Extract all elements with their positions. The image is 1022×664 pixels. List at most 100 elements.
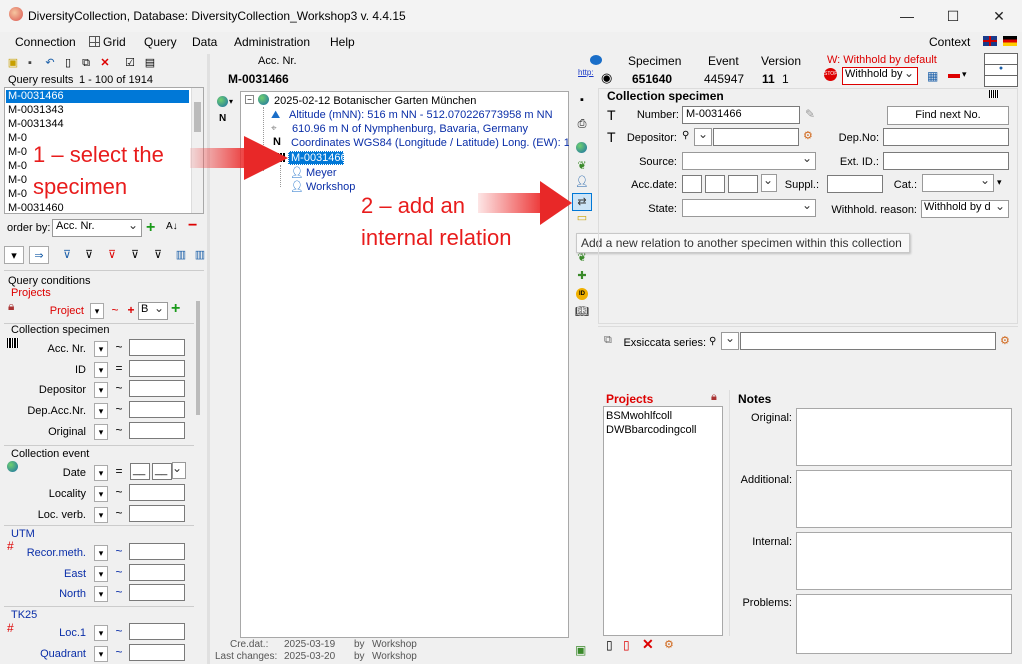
project-select[interactable]: B <box>138 301 168 320</box>
acc-nr-condition-menu[interactable]: ▾ <box>94 341 108 357</box>
uk-flag-icon[interactable] <box>983 36 997 46</box>
depositor-operator[interactable]: ~ <box>112 381 126 395</box>
id-condition-menu[interactable]: ▾ <box>94 362 108 378</box>
list-item[interactable]: M-0031344 <box>8 117 64 131</box>
delete-icon[interactable]: ✕ <box>95 54 115 72</box>
quadrant-condition-menu[interactable]: ▾ <box>94 646 108 662</box>
copy-icon[interactable]: ⧉ <box>76 54 96 72</box>
add-project-icon[interactable]: + <box>171 300 180 318</box>
grid-view-icon[interactable]: ▤ <box>140 54 160 72</box>
dep-acc-nr-operator[interactable]: ~ <box>112 402 126 416</box>
project-plus-operator[interactable]: + <box>124 303 138 317</box>
menu-context[interactable]: Context <box>929 35 970 49</box>
suppl-input[interactable] <box>827 175 883 193</box>
conditions-scrollbar[interactable] <box>196 301 200 415</box>
add-analysis-icon[interactable]: ✚ <box>572 267 592 285</box>
loc1-condition-menu[interactable]: ▾ <box>94 625 108 641</box>
query-menu-button[interactable]: ▾ <box>4 246 24 264</box>
list-item[interactable]: DWBbarcodingcoll <box>606 423 696 437</box>
start-query-button[interactable]: ⇒ <box>29 246 49 264</box>
view-switcher[interactable]: ● <box>984 53 1018 87</box>
filter-options-icon[interactable]: ⊽ <box>148 246 168 264</box>
filter-icon[interactable]: ⊽ <box>57 246 77 264</box>
original-notes-input[interactable] <box>796 408 1012 466</box>
menu-help[interactable]: Help <box>330 35 355 49</box>
tree-specimen-node[interactable]: M-0031466 <box>291 152 347 164</box>
depositor-condition-input[interactable] <box>129 380 185 397</box>
print-icon[interactable]: ⎙ <box>572 115 592 133</box>
tree-collapse-toggle[interactable]: − <box>245 95 254 104</box>
depositor-menu[interactable] <box>694 127 712 146</box>
tree-collector-node[interactable]: Meyer <box>306 167 337 179</box>
quadrant-condition-input[interactable] <box>129 644 185 661</box>
date-condition-menu[interactable]: ▾ <box>94 465 108 481</box>
acc-nr-operator[interactable]: ~ <box>112 340 126 354</box>
project-field-menu[interactable]: ▾ <box>90 303 104 319</box>
new-project-red-icon[interactable]: ▯ <box>623 638 630 652</box>
date-operator[interactable]: = <box>112 464 126 478</box>
add-image-icon[interactable]: ▣ <box>575 643 586 657</box>
exsiccata-menu[interactable] <box>721 331 739 350</box>
filter-list-icon[interactable]: ⊽ <box>79 246 99 264</box>
east-condition-menu[interactable]: ▾ <box>94 566 108 582</box>
new-document-icon[interactable]: ▯ <box>58 54 78 72</box>
add-order-icon[interactable]: + <box>146 219 155 237</box>
list-item[interactable]: M-0031460 <box>8 201 64 215</box>
http-link[interactable]: http: <box>578 68 594 77</box>
date-month-input[interactable]: __ <box>152 463 172 480</box>
menu-connection[interactable]: Connection <box>15 35 76 49</box>
internal-notes-input[interactable] <box>796 532 1012 590</box>
exsiccata-link-icon[interactable]: ⚙ <box>1000 334 1010 347</box>
acc-date-day-input[interactable] <box>682 175 702 193</box>
loc1-operator[interactable]: ~ <box>112 624 126 638</box>
close-button[interactable]: ✕ <box>976 0 1022 32</box>
acc-date-picker[interactable] <box>761 173 777 192</box>
list-item[interactable]: M-0031466 <box>8 89 64 103</box>
loc-verb-operator[interactable]: ~ <box>112 506 126 520</box>
acc-date-year-input[interactable] <box>728 175 758 193</box>
tree-workshop-node[interactable]: Workshop <box>306 181 355 193</box>
new-project-icon[interactable]: ▯ <box>606 638 613 652</box>
dep-no-input[interactable] <box>883 128 1009 146</box>
columns-icon[interactable]: ▥ <box>171 246 191 264</box>
specimen-tree[interactable]: − 2025-02-12 Botanischer Garten München … <box>240 91 569 638</box>
cat-menu-icon[interactable]: ▾ <box>997 177 1002 188</box>
dep-acc-nr-condition-menu[interactable]: ▾ <box>94 403 108 419</box>
additional-notes-input[interactable] <box>796 470 1012 528</box>
original-condition-input[interactable] <box>129 422 185 439</box>
filter-remove-icon[interactable]: ⊽ <box>102 246 122 264</box>
eye-icon[interactable]: ◉ <box>601 70 612 86</box>
locality-operator[interactable]: ~ <box>112 485 126 499</box>
undo-icon[interactable]: ↶ <box>40 54 60 72</box>
recor-meth-operator[interactable]: ~ <box>112 544 126 558</box>
projects-list[interactable]: BSMwohlfcoll DWBbarcodingcoll <box>603 406 723 636</box>
book-icon[interactable]: 📖︎ <box>572 303 592 321</box>
add-collector-icon[interactable]: 👤︎ <box>572 173 592 191</box>
cloud-icon[interactable] <box>590 55 602 65</box>
acc-date-month-input[interactable] <box>705 175 725 193</box>
checkbox-icon[interactable]: ☑ <box>120 54 140 72</box>
tree-north-icon[interactable]: N <box>219 113 226 124</box>
east-operator[interactable]: ~ <box>112 565 126 579</box>
id-condition-input[interactable] <box>129 360 185 377</box>
date-day-input[interactable]: __ <box>130 463 150 480</box>
dep-acc-nr-condition-input[interactable] <box>129 401 185 418</box>
menu-administration[interactable]: Administration <box>234 35 310 49</box>
id-icon[interactable]: ID <box>576 288 588 300</box>
problems-notes-input[interactable] <box>796 594 1012 654</box>
red-bar-icon[interactable] <box>948 74 960 78</box>
quadrant-operator[interactable]: ~ <box>112 645 126 659</box>
original-operator[interactable]: ~ <box>112 423 126 437</box>
withhold-reason-select[interactable]: Withhold by d <box>921 199 1009 218</box>
cat-select[interactable] <box>922 173 994 192</box>
maximize-button[interactable]: ☐ <box>930 0 976 32</box>
acc-nr-condition-input[interactable] <box>129 339 185 356</box>
north-operator[interactable]: ~ <box>112 585 126 599</box>
locality-condition-menu[interactable]: ▾ <box>94 486 108 502</box>
withhold-select[interactable]: Withhold by <box>842 66 918 85</box>
pin-icon[interactable]: ⚲ <box>682 130 689 141</box>
tree-event-node[interactable]: 2025-02-12 Botanischer Garten München <box>274 95 476 107</box>
menu-query[interactable]: Query <box>144 35 177 49</box>
loc-verb-condition-menu[interactable]: ▾ <box>94 507 108 523</box>
depositor-input[interactable] <box>713 128 799 146</box>
